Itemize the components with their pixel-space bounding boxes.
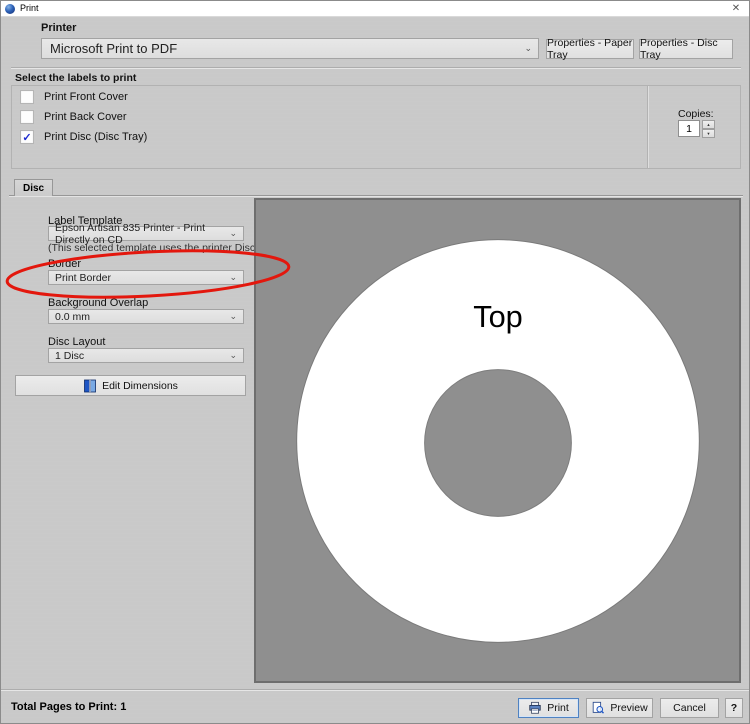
- print-dialog: Print ✕ Printer Microsoft Print to PDF ⌄…: [0, 0, 750, 724]
- checkbox-row-disc: ✓ Print Disc (Disc Tray): [20, 130, 147, 144]
- disc-preview-graphic: Top: [256, 200, 739, 681]
- border-label: Border: [48, 258, 81, 270]
- checkbox-label: Print Disc (Disc Tray): [44, 131, 147, 143]
- chevron-down-icon: ⌄: [229, 229, 237, 238]
- template-note: (This selected template uses the printer…: [48, 242, 282, 254]
- edit-dimensions-label: Edit Dimensions: [102, 380, 178, 392]
- title-bar: Print ✕: [1, 1, 749, 17]
- chevron-down-icon: ⌄: [229, 351, 237, 360]
- stepper-up-icon[interactable]: ▲: [702, 120, 715, 129]
- copies-divider: [647, 86, 649, 168]
- print-button-label: Print: [547, 702, 569, 714]
- label-template-select[interactable]: Epson Artisan 835 Printer - Print Direct…: [48, 226, 244, 241]
- printer-separator: [11, 67, 741, 69]
- printer-section-label: Printer: [41, 22, 76, 34]
- background-overlap-label: Background Overlap: [48, 297, 148, 309]
- disc-preview-panel: Top: [254, 198, 741, 683]
- disc-hole: [425, 370, 572, 517]
- properties-disc-tray-button[interactable]: Properties - Disc Tray: [639, 39, 733, 59]
- footer-separator: [1, 689, 750, 691]
- help-button[interactable]: ?: [725, 698, 743, 718]
- print-front-cover-checkbox[interactable]: [20, 90, 34, 104]
- print-disc-checkbox[interactable]: ✓: [20, 130, 34, 144]
- preview-button-label: Preview: [610, 702, 647, 714]
- background-overlap-value: 0.0 mm: [55, 311, 90, 323]
- dimensions-book-icon: [83, 379, 97, 393]
- printer-select[interactable]: Microsoft Print to PDF ⌄: [41, 38, 539, 59]
- checkbox-row-back-cover: Print Back Cover: [20, 110, 127, 124]
- total-pages-status: Total Pages to Print: 1: [11, 701, 126, 713]
- disc-layout-select[interactable]: 1 Disc ⌄: [48, 348, 244, 363]
- preview-button[interactable]: Preview: [586, 698, 653, 718]
- chevron-down-icon: ⌄: [229, 312, 237, 321]
- printer-selected-value: Microsoft Print to PDF: [50, 41, 177, 56]
- check-icon: ✓: [22, 131, 31, 144]
- disc-layout-value: 1 Disc: [55, 350, 84, 362]
- tab-disc[interactable]: Disc: [14, 179, 53, 196]
- border-select[interactable]: Print Border ⌄: [48, 270, 244, 285]
- properties-paper-tray-button[interactable]: Properties - Paper Tray: [546, 39, 634, 59]
- app-disc-icon: [5, 4, 15, 14]
- printer-icon: [528, 701, 542, 715]
- chevron-down-icon: ⌄: [524, 44, 532, 53]
- checkbox-label: Print Front Cover: [44, 91, 128, 103]
- background-overlap-select[interactable]: 0.0 mm ⌄: [48, 309, 244, 324]
- window-title: Print: [20, 3, 39, 13]
- copies-stepper: ▲ ▼: [702, 120, 715, 137]
- tab-panel-border: [9, 195, 743, 197]
- preview-magnifier-icon: [591, 701, 605, 715]
- close-icon[interactable]: ✕: [729, 2, 743, 16]
- disc-top-text: Top: [473, 299, 523, 334]
- chevron-down-icon: ⌄: [229, 273, 237, 282]
- cancel-button[interactable]: Cancel: [660, 698, 719, 718]
- checkbox-row-front-cover: Print Front Cover: [20, 90, 128, 104]
- print-back-cover-checkbox[interactable]: [20, 110, 34, 124]
- checkbox-label: Print Back Cover: [44, 111, 127, 123]
- labels-group-title: Select the labels to print: [15, 72, 136, 84]
- labels-groupbox: Print Front Cover Print Back Cover ✓ Pri…: [11, 85, 741, 169]
- stepper-down-icon[interactable]: ▼: [702, 129, 715, 138]
- print-button[interactable]: Print: [518, 698, 579, 718]
- edit-dimensions-button[interactable]: Edit Dimensions: [15, 375, 246, 396]
- disc-layout-label: Disc Layout: [48, 336, 105, 348]
- copies-input[interactable]: [678, 120, 700, 137]
- border-value: Print Border: [55, 272, 111, 284]
- copies-label: Copies:: [678, 108, 714, 120]
